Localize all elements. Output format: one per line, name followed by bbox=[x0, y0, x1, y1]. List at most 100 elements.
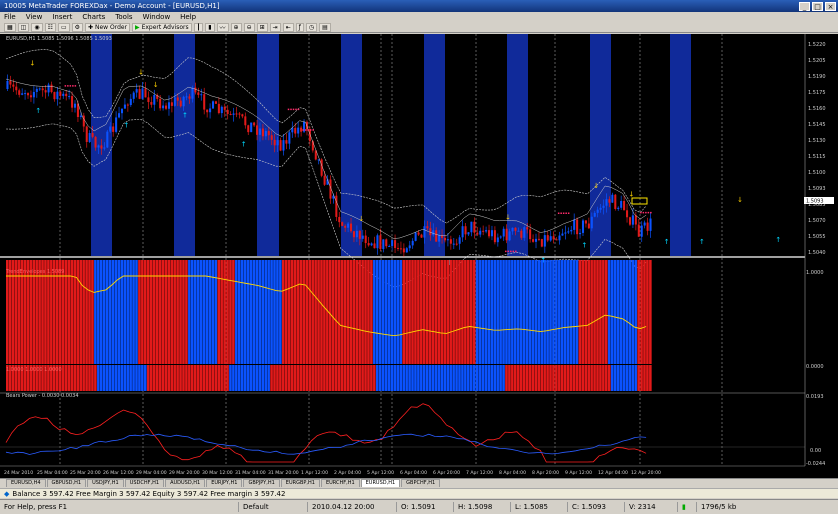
autoscroll-icon[interactable]: ⇥ bbox=[269, 22, 281, 32]
candle-body bbox=[288, 132, 291, 144]
histogram-bar bbox=[223, 260, 226, 364]
time-tick-label: 29 Mar 20:00 bbox=[169, 470, 200, 476]
menu-window[interactable]: Window bbox=[143, 13, 171, 21]
candle-body bbox=[628, 217, 632, 225]
bar-chart-icon[interactable]: ┃ bbox=[193, 22, 204, 32]
candle-body bbox=[587, 223, 590, 229]
strip-bar bbox=[114, 365, 118, 391]
candle-body bbox=[626, 210, 629, 218]
chart-tab[interactable]: GBPJPY,H1 bbox=[243, 479, 280, 487]
menu-help[interactable]: Help bbox=[180, 13, 196, 21]
candle-body bbox=[138, 89, 141, 99]
menu-charts[interactable]: Charts bbox=[82, 13, 105, 21]
candle-chart-icon[interactable]: ▮ bbox=[205, 22, 215, 32]
market-watch-icon[interactable]: ◉ bbox=[31, 22, 43, 32]
chart-tab[interactable]: USDCHF,H1 bbox=[124, 479, 165, 487]
strip-bar bbox=[273, 365, 276, 391]
histogram-bar bbox=[549, 260, 552, 364]
chart-tab[interactable]: GBPUSD,H1 bbox=[46, 479, 87, 487]
menu-insert[interactable]: Insert bbox=[52, 13, 72, 21]
strip-bar bbox=[108, 365, 112, 391]
histogram-bar bbox=[540, 260, 544, 364]
strip-bar bbox=[619, 365, 623, 391]
chart-tab[interactable]: EURCHF,H1 bbox=[320, 479, 360, 487]
minimize-button[interactable]: _ bbox=[799, 1, 810, 11]
strip-bar bbox=[484, 365, 488, 391]
window-titlebar: 10005 MetaTrader FOREXDax - Demo Account… bbox=[0, 0, 838, 12]
strip-bar bbox=[531, 365, 535, 391]
strip-bar bbox=[120, 365, 124, 391]
terminal-icon[interactable]: ▭ bbox=[57, 22, 70, 32]
candle-body bbox=[485, 230, 488, 232]
histogram-bar bbox=[311, 260, 314, 364]
chart-tab[interactable]: EURGBP,H1 bbox=[280, 479, 320, 487]
strip-bar bbox=[258, 365, 262, 391]
maximize-button[interactable]: □ bbox=[812, 1, 823, 11]
tester-icon[interactable]: ⚙ bbox=[71, 22, 84, 32]
strip-bar bbox=[267, 365, 270, 391]
candle-body bbox=[6, 81, 9, 89]
candle-body bbox=[179, 100, 182, 107]
zoom-in-icon[interactable]: ⊕ bbox=[230, 22, 242, 32]
strip-bar bbox=[375, 365, 379, 391]
strip-bar bbox=[425, 365, 429, 391]
chart-tab[interactable]: EURUSD,H1 bbox=[360, 479, 401, 487]
indicator2-label: 1.0000 1.0000 1.0000 bbox=[6, 367, 62, 373]
strip-bar bbox=[458, 365, 461, 391]
close-button[interactable]: × bbox=[825, 1, 836, 11]
chart-tab[interactable]: EURUSD,H4 bbox=[6, 479, 46, 487]
histogram-bar bbox=[381, 260, 385, 364]
candle-body bbox=[344, 225, 347, 228]
histogram-bar bbox=[534, 260, 538, 364]
candle-body bbox=[176, 97, 179, 101]
new-order-icon: ✚ bbox=[88, 23, 94, 31]
histogram-bar bbox=[217, 260, 221, 364]
candle-body bbox=[417, 232, 420, 235]
down-arrow-icon: ↓ bbox=[505, 213, 511, 221]
strip-bar bbox=[643, 365, 646, 391]
strip-bar bbox=[525, 365, 529, 391]
navigator-icon[interactable]: ☷ bbox=[44, 22, 56, 32]
periods-icon[interactable]: ◷ bbox=[305, 22, 318, 32]
new-order-label: New Order bbox=[95, 23, 128, 31]
chart-tab[interactable]: USDJPY,H1 bbox=[87, 479, 124, 487]
candle-body bbox=[523, 227, 526, 238]
histogram-bar bbox=[420, 260, 423, 364]
histogram-bar bbox=[390, 260, 394, 364]
tile-windows-icon[interactable]: ⊞ bbox=[256, 22, 268, 32]
chart-tab[interactable]: AUDUSD,H1 bbox=[165, 479, 206, 487]
indicators-icon[interactable]: ƒ bbox=[295, 22, 304, 32]
candle-body bbox=[599, 207, 602, 210]
candle-body bbox=[449, 239, 452, 244]
price-tick-label: 1.5205 bbox=[808, 58, 826, 64]
candle-body bbox=[499, 236, 502, 238]
line-chart-icon[interactable]: 〰 bbox=[216, 22, 229, 32]
candle-body bbox=[335, 195, 338, 217]
candle-body bbox=[505, 228, 508, 241]
price-tick-label: 1.5130 bbox=[808, 138, 826, 144]
strip-bar bbox=[329, 365, 332, 391]
strip-bar bbox=[246, 365, 250, 391]
chart-tab[interactable]: EURJPY,H1 bbox=[206, 479, 243, 487]
expert-advisors-button[interactable]: ▶ Expert Advisors bbox=[132, 22, 192, 32]
templates-icon[interactable]: ▤ bbox=[319, 22, 331, 32]
new-chart-icon[interactable]: ▦ bbox=[4, 22, 16, 32]
time-tick-label: 8 Apr 04:00 bbox=[499, 470, 526, 476]
chart-shift-icon[interactable]: ⇤ bbox=[282, 22, 294, 32]
zoom-out-icon[interactable]: ⊖ bbox=[243, 22, 255, 32]
new-order-button[interactable]: ✚ New Order bbox=[85, 22, 131, 32]
histogram-bar bbox=[258, 260, 262, 364]
histogram-bar bbox=[317, 260, 320, 364]
candle-body bbox=[47, 84, 50, 93]
strip-bar bbox=[243, 365, 247, 391]
menu-view[interactable]: View bbox=[26, 13, 43, 21]
menu-tools[interactable]: Tools bbox=[115, 13, 132, 21]
profiles-icon[interactable]: ◫ bbox=[17, 22, 30, 32]
price-chart[interactable]: ↓↓↓↓↓↓↓↓↑↑↑↑↑↑↑↑↑↑ 1.52201.52051.51901.5… bbox=[0, 34, 838, 478]
strip-bar bbox=[373, 365, 376, 391]
strip-bar bbox=[173, 365, 176, 391]
chart-tab[interactable]: GBPCHF,H1 bbox=[401, 479, 441, 487]
menu-file[interactable]: File bbox=[4, 13, 16, 21]
candle-body bbox=[614, 194, 617, 209]
time-tick-label: 7 Apr 12:00 bbox=[466, 470, 493, 476]
